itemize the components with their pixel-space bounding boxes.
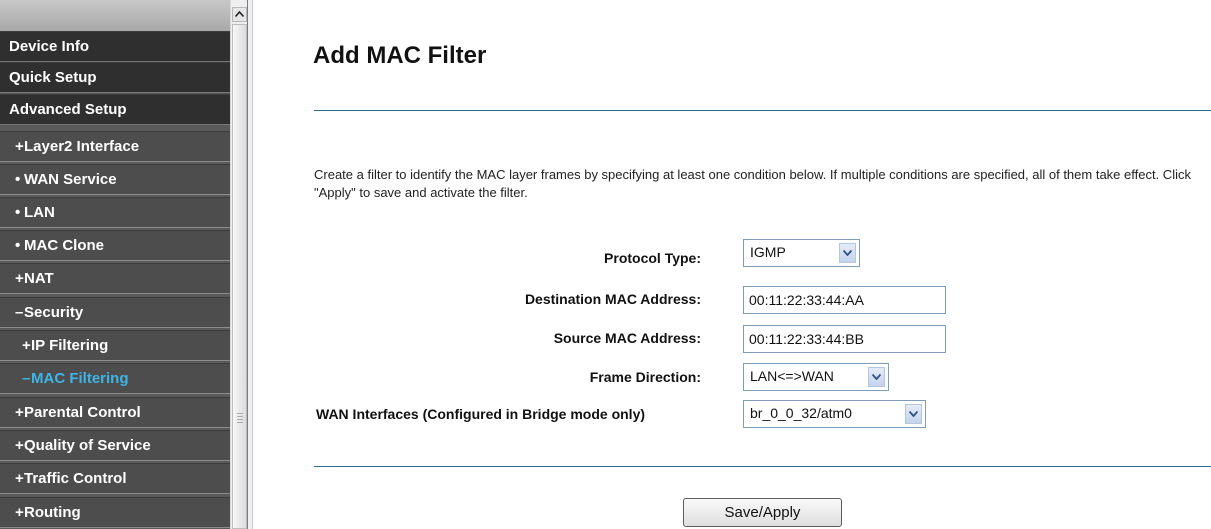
frame-direction-value: LAN<=>WAN — [750, 368, 834, 384]
expand-plus-icon: + — [15, 470, 24, 487]
chevron-down-icon[interactable] — [868, 367, 885, 387]
frame-direction-label: Frame Direction: — [589, 369, 701, 385]
sidebar-item-label: Layer2 Interface — [24, 138, 140, 155]
sidebar-item-layer2-interface[interactable]: +Layer2 Interface — [0, 131, 230, 162]
sidebar-item-label: NAT — [24, 270, 54, 287]
main-content: Add MAC Filter Create a filter to identi… — [253, 0, 1211, 529]
expand-plus-icon: + — [15, 404, 24, 421]
sidebar-item-label: LAN — [24, 204, 55, 221]
sidebar-item-advanced-setup[interactable]: Advanced Setup — [0, 94, 230, 125]
sidebar-item-nat[interactable]: +NAT — [0, 263, 230, 294]
source-mac-label: Source MAC Address: — [553, 330, 701, 346]
expand-plus-icon: + — [15, 504, 24, 521]
bullet-icon: • — [15, 204, 21, 221]
sidebar-scrollbar[interactable] — [230, 0, 247, 529]
destination-mac-label: Destination MAC Address: — [524, 291, 701, 307]
sidebar-item-routing[interactable]: +Routing — [0, 497, 230, 528]
chevron-down-icon[interactable] — [839, 243, 856, 263]
expand-plus-icon: + — [15, 437, 24, 454]
save-apply-button[interactable]: Save/Apply — [683, 498, 842, 527]
sidebar-item-label: Parental Control — [24, 404, 141, 421]
sidebar-item-lan[interactable]: • LAN — [0, 197, 230, 228]
divider-top — [314, 110, 1211, 111]
sidebar-item-mac-clone[interactable]: • MAC Clone — [0, 230, 230, 261]
sidebar-item-label: Routing — [24, 504, 81, 521]
frame-direction-select[interactable]: LAN<=>WAN — [743, 363, 889, 391]
source-mac-input[interactable] — [743, 325, 946, 353]
wan-interfaces-value: br_0_0_32/atm0 — [750, 405, 852, 421]
sidebar: Device Info Quick Setup Advanced Setup +… — [0, 0, 230, 529]
expand-plus-icon: + — [15, 270, 24, 287]
collapse-minus-icon: – — [22, 370, 31, 387]
sidebar-item-wan-service[interactable]: • WAN Service — [0, 164, 230, 195]
sidebar-item-ip-filtering[interactable]: +IP Filtering — [0, 330, 230, 361]
sidebar-item-parental-control[interactable]: +Parental Control — [0, 397, 230, 428]
scroll-grip-icon — [237, 413, 243, 425]
expand-plus-icon: + — [15, 138, 24, 155]
sidebar-item-label: Device Info — [9, 38, 90, 55]
sidebar-item-security[interactable]: –Security — [0, 297, 230, 328]
scroll-up-arrow-icon[interactable] — [232, 7, 247, 22]
sidebar-item-label: MAC Filtering — [31, 370, 129, 387]
bullet-icon: • — [15, 237, 21, 254]
page-title: Add MAC Filter — [313, 42, 487, 69]
sidebar-item-label: MAC Clone — [24, 237, 104, 254]
sidebar-item-traffic-control[interactable]: +Traffic Control — [0, 463, 230, 494]
sidebar-item-label: Advanced Setup — [9, 101, 127, 118]
protocol-type-select[interactable]: IGMP — [743, 239, 860, 267]
sidebar-item-label: Security — [24, 304, 84, 321]
destination-mac-input[interactable] — [743, 286, 946, 314]
sidebar-item-label: Quality of Service — [24, 437, 151, 454]
sidebar-item-mac-filtering[interactable]: –MAC Filtering — [0, 363, 230, 394]
description-text: Create a filter to identify the MAC laye… — [314, 167, 1191, 200]
sidebar-item-label: IP Filtering — [31, 337, 109, 354]
sidebar-item-label: WAN Service — [24, 171, 117, 188]
scroll-thumb[interactable] — [232, 24, 247, 529]
wan-interfaces-label: WAN Interfaces (Configured in Bridge mod… — [316, 406, 646, 422]
wan-interfaces-select[interactable]: br_0_0_32/atm0 — [743, 400, 926, 428]
protocol-type-value: IGMP — [750, 244, 786, 260]
sidebar-item-quality-of-service[interactable]: +Quality of Service — [0, 430, 230, 461]
divider-bottom — [314, 466, 1211, 467]
sidebar-item-quick-setup[interactable]: Quick Setup — [0, 62, 230, 93]
expand-plus-icon: + — [22, 337, 31, 354]
sidebar-header-bar — [0, 0, 230, 31]
collapse-minus-icon: – — [15, 304, 24, 321]
chevron-down-icon[interactable] — [905, 404, 922, 424]
bullet-icon: • — [15, 171, 21, 188]
sidebar-item-label: Quick Setup — [9, 69, 97, 86]
sidebar-item-label: Traffic Control — [24, 470, 127, 487]
sidebar-item-device-info[interactable]: Device Info — [0, 31, 230, 62]
protocol-type-label: Protocol Type: — [604, 250, 701, 266]
